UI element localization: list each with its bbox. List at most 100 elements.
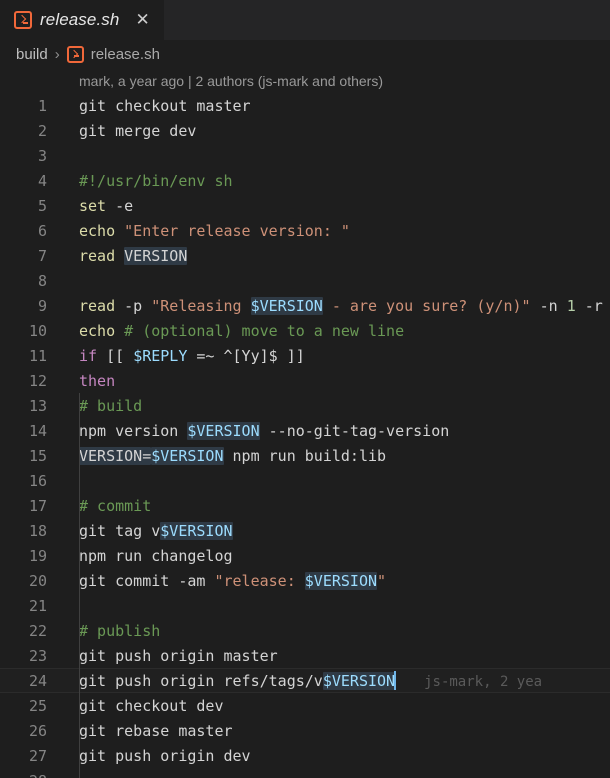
blame-header-row: mark, a year ago | 2 authors (js-mark an…	[0, 68, 610, 93]
code-line-3[interactable]: 3	[0, 143, 610, 168]
code-token: -e	[106, 196, 134, 215]
code-token: "release:	[214, 571, 305, 590]
code-line-14[interactable]: 14 npm version $VERSION --no-git-tag-ver…	[0, 418, 610, 443]
code-line-2[interactable]: 2 git merge dev	[0, 118, 610, 143]
line-number: 20	[28, 571, 47, 590]
code-token: if	[79, 346, 98, 365]
code-line-5[interactable]: 5 set -e	[0, 193, 610, 218]
line-content[interactable]: git checkout dev	[62, 697, 610, 715]
code-line-8[interactable]: 8	[0, 268, 610, 293]
line-number: 11	[28, 346, 47, 365]
code-token: # publish	[79, 621, 161, 640]
code-line-23[interactable]: 23 git push origin master	[0, 643, 610, 668]
highlighted-token: VERSION	[124, 246, 188, 265]
line-number: 16	[28, 471, 47, 490]
code-token: checkout master	[106, 96, 251, 115]
code-token: npm run changelog	[79, 546, 233, 565]
line-content[interactable]: read -p "Releasing $VERSION - are you su…	[62, 296, 610, 315]
code-token: # commit	[79, 496, 152, 515]
code-line-24[interactable]: 24 git push origin refs/tags/v$VERSION js…	[0, 668, 610, 693]
code-line-12[interactable]: 12 then	[0, 368, 610, 393]
highlighted-token: $VERSION	[187, 421, 260, 440]
code-token: # build	[79, 396, 143, 415]
code-token: echo	[79, 221, 116, 240]
line-content[interactable]: git rebase master	[62, 722, 610, 740]
code-line-13[interactable]: 13 # build	[0, 393, 610, 418]
code-line-22[interactable]: 22 # publish	[0, 618, 610, 643]
shell-file-icon	[14, 11, 32, 29]
code-line-1[interactable]: 1 git checkout master	[0, 93, 610, 118]
code-line-20[interactable]: 20 git commit -am "release: $VERSION"	[0, 568, 610, 593]
line-content[interactable]: # publish	[62, 622, 610, 640]
line-number: 3	[37, 146, 47, 165]
line-content[interactable]: git tag v$VERSION	[62, 521, 610, 540]
code-token: then	[79, 371, 116, 390]
line-content[interactable]: npm run changelog	[62, 547, 610, 565]
line-content[interactable]: git push origin dev	[62, 747, 610, 765]
line-number: 18	[28, 521, 47, 540]
breadcrumb-item-file[interactable]: release.sh	[66, 45, 160, 63]
line-number: 25	[28, 696, 47, 715]
code-token: git	[79, 96, 107, 115]
code-line-4[interactable]: 4 #!/usr/bin/env sh	[0, 168, 610, 193]
code-line-11[interactable]: 11 if [[ $REPLY =~ ^[Yy]$ ]]	[0, 343, 610, 368]
code-line-27[interactable]: 27 git push origin dev	[0, 743, 610, 768]
code-line-28[interactable]: 28	[0, 768, 610, 778]
code-line-21[interactable]: 21	[0, 593, 610, 618]
code-token: "Releasing	[151, 296, 251, 315]
code-token: --no-git-tag-version	[259, 421, 450, 440]
inline-blame-annotation[interactable]: js-mark, 2 yea	[396, 674, 542, 690]
tab-bar-empty-space	[164, 0, 610, 40]
shell-file-icon	[66, 45, 84, 63]
line-content[interactable]: git merge dev	[62, 122, 610, 140]
tab-release-sh[interactable]: release.sh ✕	[0, 0, 165, 40]
code-token: git push origin dev	[79, 746, 251, 765]
code-token: echo	[79, 321, 116, 340]
line-content[interactable]: echo "Enter release version: "	[62, 222, 610, 240]
code-line-6[interactable]: 6 echo "Enter release version: "	[0, 218, 610, 243]
line-content[interactable]: echo # (optional) move to a new line	[62, 322, 610, 340]
line-content[interactable]: then	[62, 372, 610, 390]
code-line-19[interactable]: 19 npm run changelog	[0, 543, 610, 568]
line-number: 14	[28, 421, 47, 440]
line-number: 9	[37, 296, 47, 315]
code-line-7[interactable]: 7 read VERSION	[0, 243, 610, 268]
line-content[interactable]: #!/usr/bin/env sh	[62, 172, 610, 190]
code-line-17[interactable]: 17 # commit	[0, 493, 610, 518]
code-line-10[interactable]: 10 echo # (optional) move to a new line	[0, 318, 610, 343]
line-content[interactable]: # commit	[62, 497, 610, 515]
line-number: 27	[28, 746, 47, 765]
line-content[interactable]: VERSION=$VERSION npm run build:lib	[62, 446, 610, 465]
highlighted-token: $VERSION	[322, 672, 396, 690]
code-token: read	[79, 246, 116, 265]
code-line-15[interactable]: 15 VERSION=$VERSION npm run build:lib	[0, 443, 610, 468]
code-token: -p	[115, 296, 152, 315]
line-number: 15	[28, 446, 47, 465]
line-number: 17	[28, 496, 47, 515]
line-content[interactable]: npm version $VERSION --no-git-tag-versio…	[62, 421, 610, 440]
breadcrumb-file-label: release.sh	[90, 45, 160, 63]
close-icon[interactable]: ✕	[131, 9, 153, 32]
code-line-16[interactable]: 16	[0, 468, 610, 493]
code-editor[interactable]: mark, a year ago | 2 authors (js-mark an…	[0, 68, 610, 778]
highlighted-token: $VERSION	[250, 296, 323, 315]
line-number: 2	[37, 121, 47, 140]
breadcrumb-item-folder[interactable]: build	[16, 46, 48, 63]
code-line-18[interactable]: 18 git tag v$VERSION	[0, 518, 610, 543]
line-content[interactable]: if [[ $REPLY =~ ^[Yy]$ ]]	[62, 347, 610, 365]
line-content[interactable]: git checkout master	[62, 97, 610, 115]
code-line-9[interactable]: 9 read -p "Releasing $VERSION - are you s…	[0, 293, 610, 318]
code-line-25[interactable]: 25 git checkout dev	[0, 693, 610, 718]
line-content[interactable]: # build	[62, 397, 610, 415]
line-content[interactable]: read VERSION	[62, 246, 610, 265]
code-line-26[interactable]: 26 git rebase master	[0, 718, 610, 743]
line-content[interactable]: git commit -am "release: $VERSION"	[62, 571, 610, 590]
line-content[interactable]: git push origin refs/tags/v$VERSION js-ma…	[62, 671, 610, 690]
line-content[interactable]: set -e	[62, 197, 610, 215]
line-content[interactable]: git push origin master	[62, 647, 610, 665]
line-number: 19	[28, 546, 47, 565]
line-number: 6	[37, 221, 47, 240]
line-number: 26	[28, 721, 47, 740]
